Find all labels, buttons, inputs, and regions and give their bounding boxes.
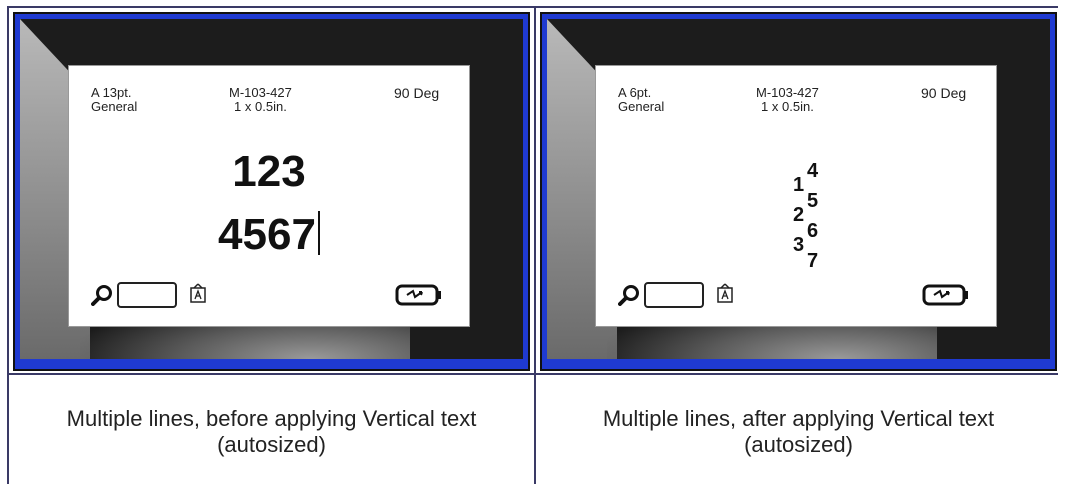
caption-after-line2: (autosized) — [744, 432, 853, 457]
label-icon — [190, 283, 206, 303]
rotation: 90 Deg — [394, 85, 440, 101]
vertical-char: 2 — [793, 204, 805, 226]
font-size: A 6pt. — [618, 85, 652, 100]
vertical-char: 5 — [807, 190, 819, 212]
rotation: 90 Deg — [921, 85, 967, 101]
font-name: General — [91, 99, 138, 114]
text-line-2: 4567 — [218, 210, 316, 259]
battery-icon — [395, 284, 441, 306]
panel-before: A 13pt. General M-103-427 1 x 0.5in. 90 … — [11, 10, 532, 373]
magnifier-icon — [91, 285, 112, 306]
tape-cartridge-icon — [644, 282, 704, 308]
table-column-divider — [534, 6, 536, 484]
label-info: M-103-427 1 x 0.5in. — [229, 86, 292, 114]
vertical-char: 6 — [807, 220, 819, 242]
text-line-1: 123 — [232, 147, 306, 196]
caption-after: Multiple lines, after applying Vertical … — [538, 406, 1059, 458]
device-body: A 13pt. General M-103-427 1 x 0.5in. 90 … — [20, 19, 523, 359]
label-icon — [717, 283, 733, 303]
caption-before-line2: (autosized) — [217, 432, 326, 457]
text-cursor — [317, 211, 320, 255]
comparison-table: A 13pt. General M-103-427 1 x 0.5in. 90 … — [7, 6, 1058, 484]
printer-screen: A 13pt. General M-103-427 1 x 0.5in. 90 … — [68, 65, 470, 327]
part-number: M-103-427 — [756, 85, 819, 100]
table-top-border — [7, 6, 1058, 8]
device-bezel: A 13pt. General M-103-427 1 x 0.5in. 90 … — [13, 12, 530, 371]
caption-before-line1: Multiple lines, before applying Vertical… — [66, 406, 477, 431]
vertical-char: 4 — [807, 160, 819, 182]
label-size: 1 x 0.5in. — [761, 99, 814, 114]
vertical-char: 1 — [793, 174, 805, 196]
vertical-char: 3 — [793, 234, 805, 256]
font-info: A 13pt. General — [91, 86, 137, 114]
caption-after-line1: Multiple lines, after applying Vertical … — [602, 406, 995, 431]
font-name: General — [618, 99, 665, 114]
battery-icon — [922, 284, 968, 306]
font-size: A 13pt. — [91, 85, 132, 100]
vertical-char: 7 — [807, 250, 819, 272]
device-body: A 6pt. General M-103-427 1 x 0.5in. 90 D… — [547, 19, 1050, 359]
device-bezel: A 6pt. General M-103-427 1 x 0.5in. 90 D… — [540, 12, 1057, 371]
text-line-2-wrap: 4567 — [69, 211, 469, 259]
caption-before: Multiple lines, before applying Vertical… — [11, 406, 532, 458]
panel-after: A 6pt. General M-103-427 1 x 0.5in. 90 D… — [538, 10, 1059, 373]
font-info: A 6pt. General — [618, 86, 664, 114]
label-size: 1 x 0.5in. — [234, 99, 287, 114]
tape-cartridge-icon — [117, 282, 177, 308]
printer-screen: A 6pt. General M-103-427 1 x 0.5in. 90 D… — [595, 65, 997, 327]
table-left-border — [7, 6, 9, 484]
table-row-divider — [7, 373, 1058, 375]
part-number: M-103-427 — [229, 85, 292, 100]
label-info: M-103-427 1 x 0.5in. — [756, 86, 819, 114]
magnifier-icon — [618, 285, 639, 306]
